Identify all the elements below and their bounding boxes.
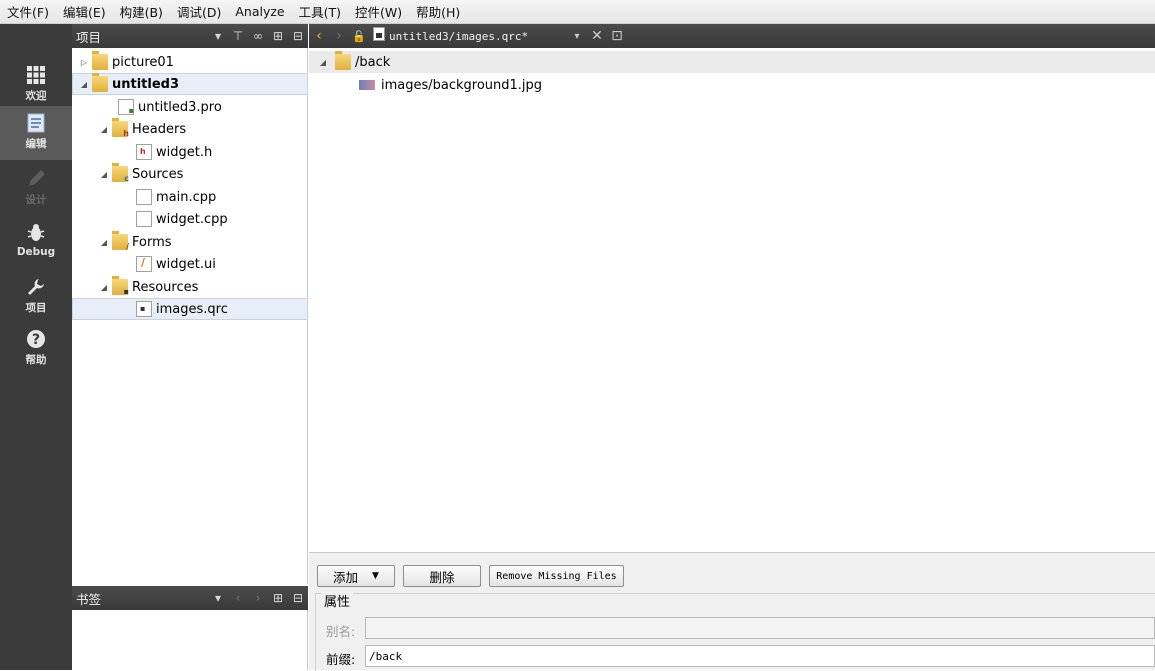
pencil-icon	[25, 169, 47, 191]
cpp-file-icon	[136, 211, 152, 227]
tree-item-images-qrc[interactable]: ▪ images.qrc	[72, 298, 308, 320]
bug-icon	[25, 223, 47, 245]
menu-edit[interactable]: 编辑(E)	[56, 2, 113, 21]
close-pane-icon[interactable]: ⊟	[288, 591, 308, 605]
remove-button[interactable]: 删除	[403, 565, 481, 587]
collapse-arrow-icon[interactable]: ◢	[98, 170, 110, 179]
properties-group-title: 属性	[321, 591, 354, 610]
split-editor-icon[interactable]: ⊡	[607, 28, 627, 44]
filter-icon[interactable]: ⊤	[228, 29, 248, 43]
expand-arrow-icon[interactable]: ▷	[78, 58, 90, 67]
grid-icon	[25, 65, 47, 87]
back-arrow-icon[interactable]: ‹	[309, 28, 329, 44]
mode-edit[interactable]: 编辑	[0, 106, 72, 160]
menu-build[interactable]: 构建(B)	[113, 2, 170, 21]
alias-label: 别名:	[326, 624, 356, 639]
resource-properties-panel: 添加 ▼ 删除 Remove Missing Files 属性 别名: 前缀: …	[309, 552, 1155, 671]
bookmarks-pane-header: 书签 ▾ ‹ › ⊞ ⊟	[72, 586, 308, 610]
tree-item-forms[interactable]: ◢ / Forms	[72, 231, 308, 253]
wrench-icon	[25, 277, 47, 299]
mode-welcome[interactable]: 欢迎	[0, 58, 72, 112]
close-document-icon[interactable]: ✕	[587, 28, 607, 44]
question-icon: ?	[25, 329, 47, 351]
collapse-arrow-icon[interactable]: ◢	[317, 58, 329, 67]
header-file-icon: h	[136, 144, 152, 160]
sources-folder-icon: c	[112, 163, 129, 183]
dropdown-arrow-icon[interactable]: ▾	[567, 31, 587, 42]
dropdown-arrow-icon[interactable]: ▾	[208, 29, 228, 43]
headers-folder-icon: h	[112, 118, 129, 138]
collapse-arrow-icon[interactable]: ◢	[78, 80, 90, 89]
tree-item-untitled3-pro[interactable]: ▪ untitled3.pro	[72, 96, 308, 118]
qrc-file-icon	[369, 27, 389, 45]
tree-item-main-cpp[interactable]: main.cpp	[72, 186, 308, 208]
bookmarks-pane-title[interactable]: 书签	[72, 589, 208, 608]
split-icon[interactable]: ⊞	[268, 591, 288, 605]
editor-toolbar: ‹ › 🔓 untitled3/images.qrc* ▾ ✕ ⊡	[309, 24, 1155, 48]
forms-folder-icon: /	[112, 231, 129, 251]
back-arrow-icon[interactable]: ‹	[228, 591, 248, 605]
pro-file-icon: ▪	[118, 99, 134, 115]
menu-analyze[interactable]: Analyze	[228, 4, 291, 19]
open-file-name[interactable]: untitled3/images.qrc*	[389, 30, 567, 43]
tree-item-sources[interactable]: ◢ c Sources	[72, 163, 308, 185]
link-icon[interactable]: ∞	[248, 29, 268, 43]
resource-editor: ◢ /back images/background1.jpg	[309, 48, 1155, 552]
mode-debug[interactable]: Debug	[0, 216, 72, 270]
resource-folder-icon	[335, 51, 351, 70]
resource-prefix-row[interactable]: ◢ /back	[309, 51, 1155, 73]
ui-file-icon: /	[136, 256, 152, 272]
tree-item-resources[interactable]: ◢ ▪ Resources	[72, 276, 308, 298]
image-file-icon	[359, 80, 375, 90]
qrc-file-icon: ▪	[136, 301, 152, 317]
tree-item-widget-h[interactable]: h widget.h	[72, 141, 308, 163]
mode-design[interactable]: 设计	[0, 162, 72, 216]
project-folder-icon	[92, 73, 108, 92]
menu-tools[interactable]: 工具(T)	[292, 2, 348, 21]
mode-projects[interactable]: 项目	[0, 270, 72, 324]
project-pane-header: 项目 ▾ ⊤ ∞ ⊞ ⊟	[72, 24, 308, 48]
bookmarks-list[interactable]	[72, 610, 308, 670]
svg-text:?: ?	[32, 332, 40, 348]
alias-field[interactable]	[365, 617, 1155, 639]
lock-icon: 🔓	[352, 29, 366, 43]
remove-missing-files-button[interactable]: Remove Missing Files	[489, 565, 624, 587]
document-icon	[25, 113, 47, 135]
tree-item-headers[interactable]: ◢ h Headers	[72, 118, 308, 140]
tree-item-widget-cpp[interactable]: widget.cpp	[72, 208, 308, 230]
collapse-arrow-icon[interactable]: ◢	[98, 283, 110, 292]
collapse-arrow-icon[interactable]: ◢	[98, 238, 110, 247]
resource-file-row[interactable]: images/background1.jpg	[357, 74, 542, 96]
mode-bar: 欢迎 编辑 设计 Debug 项目 ? 帮助	[0, 24, 72, 670]
collapse-arrow-icon[interactable]: ◢	[98, 125, 110, 134]
tree-item-widget-ui[interactable]: / widget.ui	[72, 253, 308, 275]
forward-arrow-icon[interactable]: ›	[329, 28, 349, 44]
split-icon[interactable]: ⊞	[268, 29, 288, 43]
prefix-label: 前缀:	[326, 652, 356, 667]
menu-file[interactable]: 文件(F)	[0, 2, 56, 21]
dropdown-arrow-icon[interactable]: ▾	[208, 591, 228, 605]
tree-item-untitled3[interactable]: ◢ untitled3	[72, 73, 308, 95]
project-tree: ▷ picture01 ◢ untitled3 ▪ untitled3.pro …	[72, 48, 308, 584]
add-button[interactable]: 添加 ▼	[317, 565, 395, 587]
menu-bar: 文件(F) 编辑(E) 构建(B) 调试(D) Analyze 工具(T) 控件…	[0, 0, 1155, 24]
menu-help[interactable]: 帮助(H)	[409, 2, 467, 21]
cpp-file-icon	[136, 189, 152, 205]
forward-arrow-icon[interactable]: ›	[248, 591, 268, 605]
close-pane-icon[interactable]: ⊟	[288, 29, 308, 43]
dropdown-arrow-icon: ▼	[372, 571, 379, 581]
menu-widgets[interactable]: 控件(W)	[348, 2, 409, 21]
project-pane-title[interactable]: 项目	[72, 27, 208, 46]
project-folder-icon	[92, 51, 108, 70]
resources-folder-icon: ▪	[112, 276, 129, 296]
tree-item-picture01[interactable]: ▷ picture01	[72, 51, 308, 73]
prefix-field[interactable]: /back	[365, 645, 1155, 667]
menu-debug[interactable]: 调试(D)	[170, 2, 228, 21]
mode-help[interactable]: ? 帮助	[0, 322, 72, 376]
